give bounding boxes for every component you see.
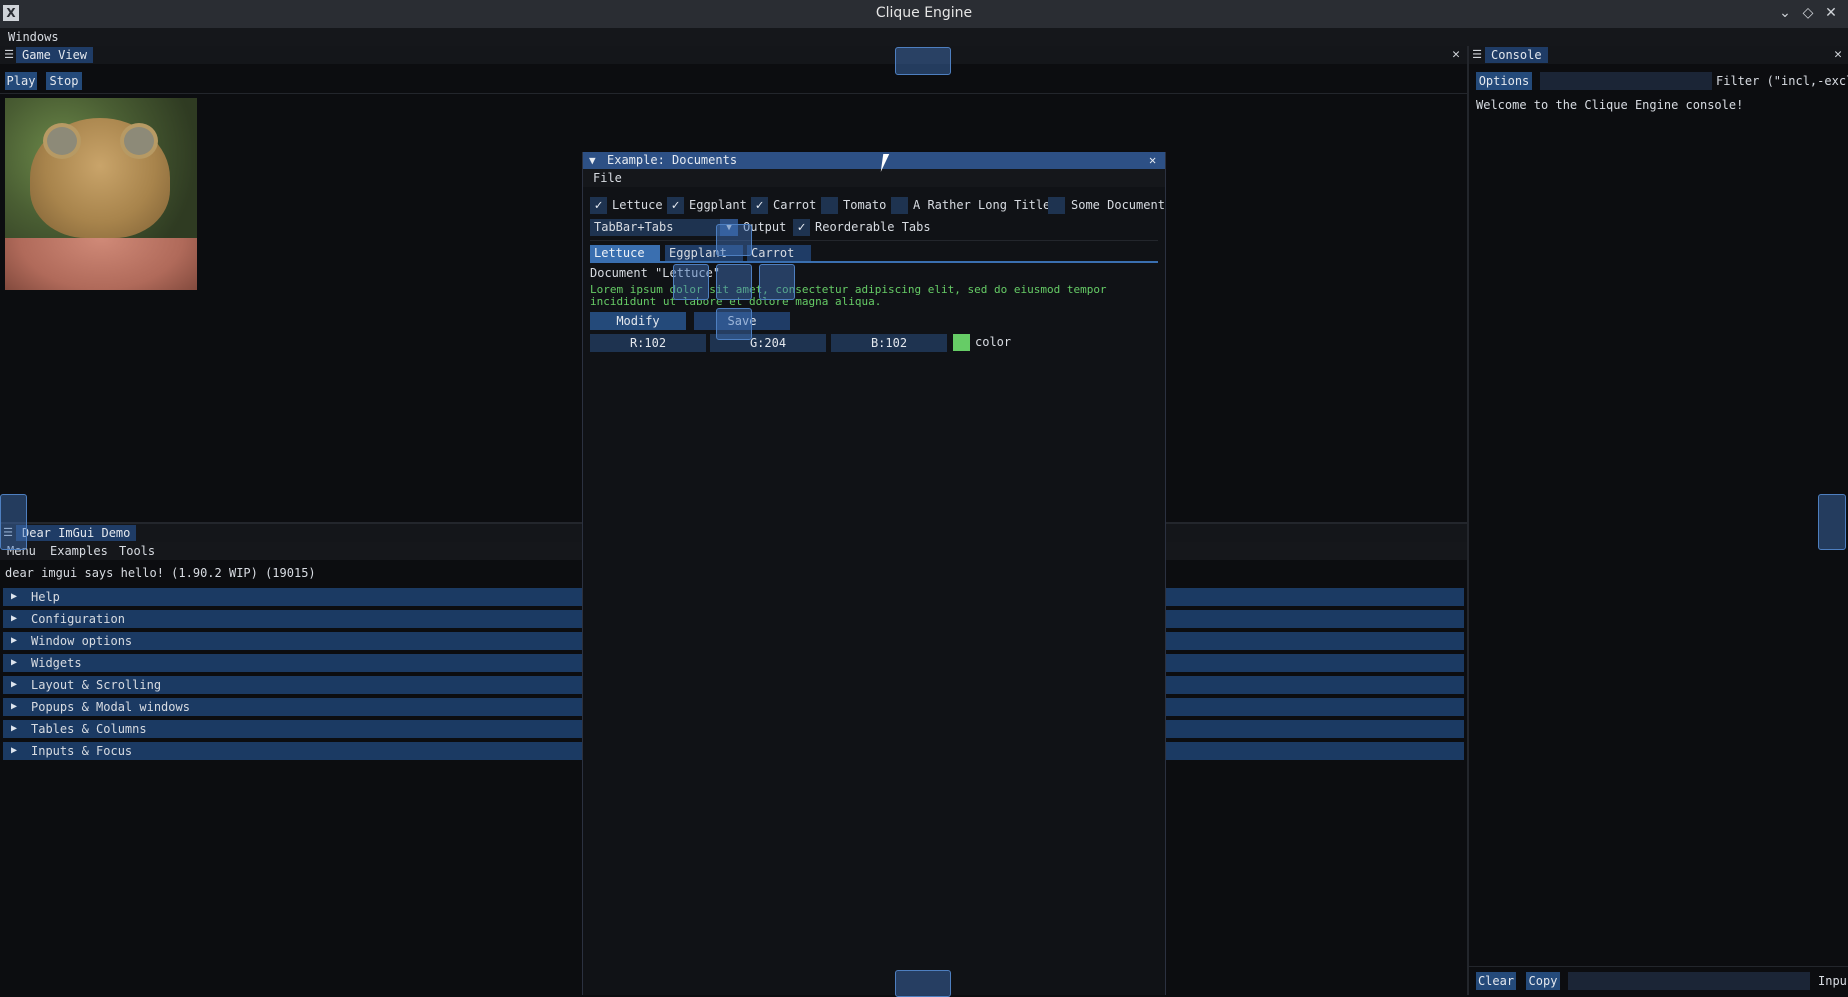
close-icon[interactable]: ✕ xyxy=(1831,47,1845,63)
console-input[interactable] xyxy=(1568,972,1810,990)
checkbox-label: A Rather Long Title xyxy=(913,198,1051,212)
checkbox-label: Eggplant xyxy=(689,198,747,212)
documents-titlebar[interactable]: ▼ Example: Documents ✕ xyxy=(583,152,1165,169)
game-view-tabbar: ☰ Game View ✕ xyxy=(0,46,1467,64)
dock-target-left[interactable] xyxy=(673,264,709,300)
splitter[interactable] xyxy=(1467,46,1469,995)
color-b-input[interactable]: B:102 xyxy=(831,334,947,352)
tab-console[interactable]: Console xyxy=(1485,47,1548,63)
close-icon[interactable]: ✕ xyxy=(1149,152,1156,169)
color-r-input[interactable]: R:102 xyxy=(590,334,706,352)
checkbox-label: Reorderable Tabs xyxy=(815,220,931,234)
checkbox-long-title[interactable] xyxy=(891,197,908,214)
dock-target-outer-left[interactable] xyxy=(0,494,27,550)
hand xyxy=(5,238,197,290)
clear-button[interactable]: Clear xyxy=(1476,972,1516,990)
combo-value: TabBar+Tabs xyxy=(594,220,674,234)
checkbox-label: Tomato xyxy=(843,198,887,212)
checkbox-label: Some Document xyxy=(1071,198,1165,212)
tab-dear-imgui-demo[interactable]: Dear ImGui Demo xyxy=(16,525,137,541)
doc-tab-lettuce[interactable]: Lettuce xyxy=(590,245,660,261)
color-swatch[interactable] xyxy=(953,334,970,351)
checkbox-label: Lettuce xyxy=(612,198,663,212)
console-welcome: Welcome to the Clique Engine console! xyxy=(1476,98,1744,112)
menu-examples[interactable]: Examples xyxy=(50,544,108,558)
close-icon[interactable]: ✕ xyxy=(1823,5,1839,21)
menu-tools[interactable]: Tools xyxy=(119,544,155,558)
tab-game-view[interactable]: Game View xyxy=(16,47,94,63)
doc-tab-carrot[interactable]: Carrot xyxy=(747,245,811,261)
checkbox-lettuce[interactable]: ✓ xyxy=(590,197,607,214)
dock-target-right[interactable] xyxy=(759,264,795,300)
options-button[interactable]: Options xyxy=(1476,72,1532,90)
checkbox-eggplant[interactable]: ✓ xyxy=(667,197,684,214)
collapse-icon[interactable]: ▼ xyxy=(589,152,596,169)
main-menubar: Windows xyxy=(0,28,1848,46)
play-button[interactable]: Play xyxy=(5,72,37,90)
input-label: Inpu xyxy=(1818,974,1847,988)
frog-eye-right xyxy=(120,123,158,159)
window-title: Clique Engine xyxy=(875,5,973,21)
dock-target-center[interactable] xyxy=(716,264,752,300)
menu-file[interactable]: File xyxy=(593,171,622,185)
tab-underline xyxy=(590,261,1158,263)
dock-target-outer-right[interactable] xyxy=(1818,494,1846,550)
divider xyxy=(0,93,1467,94)
filter-label: Filter ("incl,-excl xyxy=(1716,74,1848,88)
documents-window: ▼ Example: Documents ✕ File ✓ Lettuce ✓ … xyxy=(582,152,1166,995)
menu-windows[interactable]: Windows xyxy=(8,30,59,44)
documents-menubar: File xyxy=(583,169,1165,187)
filter-input[interactable] xyxy=(1540,72,1712,90)
dock-target-outer-bottom[interactable] xyxy=(895,970,951,997)
close-icon[interactable]: ✕ xyxy=(1449,47,1463,63)
documents-title: Example: Documents xyxy=(607,153,738,167)
checkbox-reorderable-tabs[interactable]: ✓ xyxy=(793,219,810,236)
frog-image xyxy=(5,98,197,290)
checkbox-label: Carrot xyxy=(773,198,817,212)
minimize-icon[interactable]: ⌄ xyxy=(1777,5,1793,21)
dock-target-top[interactable] xyxy=(716,224,752,256)
window-titlebar: X Clique Engine ⌄ ◇ ✕ xyxy=(0,0,1848,28)
checkbox-carrot[interactable]: ✓ xyxy=(751,197,768,214)
divider xyxy=(1469,966,1848,967)
dock-target-bottom[interactable] xyxy=(716,308,752,340)
checkbox-tomato[interactable] xyxy=(821,197,838,214)
copy-button[interactable]: Copy xyxy=(1526,972,1560,990)
maximize-icon[interactable]: ◇ xyxy=(1800,5,1816,21)
demo-hello-text: dear imgui says hello! (1.90.2 WIP) (190… xyxy=(5,566,316,580)
dock-menu-icon[interactable]: ☰ xyxy=(3,47,15,63)
frog-eye-left xyxy=(43,123,81,159)
console-tabbar: ☰ Console ✕ xyxy=(1469,46,1848,64)
color-label: color xyxy=(975,335,1012,349)
divider xyxy=(590,240,1158,241)
checkbox-some-document[interactable] xyxy=(1048,197,1065,214)
stop-button[interactable]: Stop xyxy=(46,72,82,90)
dock-menu-icon[interactable]: ☰ xyxy=(1471,47,1483,63)
modify-button[interactable]: Modify xyxy=(590,312,686,330)
dock-target-outer-top[interactable] xyxy=(895,47,951,75)
